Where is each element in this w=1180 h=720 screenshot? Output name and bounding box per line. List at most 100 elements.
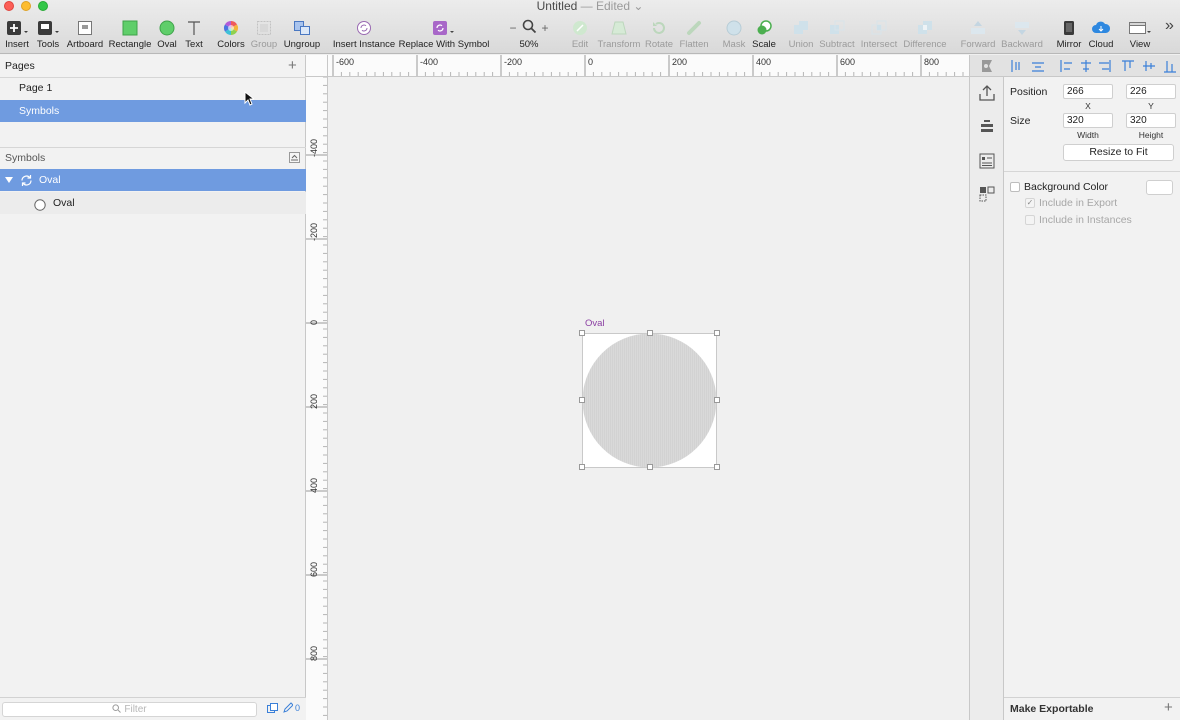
insert-instance-button[interactable]: Insert Instance xyxy=(333,18,395,52)
oval-layer[interactable] xyxy=(582,333,717,468)
align-horizontal-center-icon xyxy=(1081,60,1091,72)
edited-status: — Edited ⌄ xyxy=(580,0,644,13)
filter-input[interactable]: Filter xyxy=(2,702,257,717)
intersect-button[interactable]: Intersect xyxy=(859,18,899,52)
include-in-export-checkbox[interactable]: ✓ xyxy=(1025,198,1035,208)
magnifier-icon[interactable] xyxy=(522,19,537,37)
toolbar-overflow-icon[interactable]: » xyxy=(1165,17,1174,35)
symbol-artboard[interactable] xyxy=(579,330,720,470)
x-position-field[interactable]: 266 xyxy=(1063,84,1113,99)
flatten-label: Flatten xyxy=(679,39,709,50)
layer-stack-icon[interactable] xyxy=(978,118,996,136)
search-icon xyxy=(112,704,122,713)
rotate-icon xyxy=(651,18,667,38)
cloud-button[interactable]: Cloud xyxy=(1087,18,1115,52)
artboard-title[interactable]: Oval xyxy=(585,318,605,329)
intersect-label: Intersect xyxy=(860,39,898,50)
resize-handle[interactable] xyxy=(579,330,585,336)
vertical-ruler[interactable]: -400 -200 0 200 400 600 800 xyxy=(306,77,328,720)
artboard-button[interactable]: Artboard xyxy=(66,18,104,52)
ungroup-button[interactable]: Ungroup xyxy=(283,18,321,52)
resize-handle[interactable] xyxy=(714,330,720,336)
height-label: Height xyxy=(1138,130,1164,140)
transform-button[interactable]: Transform xyxy=(597,18,641,52)
artboard-icon xyxy=(77,18,93,38)
ruler-label: -600 xyxy=(336,57,354,67)
resize-handle[interactable] xyxy=(647,464,653,470)
resize-handle[interactable] xyxy=(579,397,585,403)
symbol-instance-icon xyxy=(356,18,372,38)
view-button[interactable]: View xyxy=(1125,18,1155,52)
add-export-button[interactable]: + xyxy=(1164,699,1173,716)
tab-strip-header xyxy=(970,55,1004,77)
inspector-tab-icon[interactable] xyxy=(979,59,995,73)
collapse-all-icon[interactable] xyxy=(289,152,300,166)
height-field[interactable]: 320 xyxy=(1126,113,1176,128)
edited-layers-icon[interactable] xyxy=(282,702,294,717)
zoom-in-button[interactable]: + xyxy=(542,21,549,35)
resize-to-fit-button[interactable]: Resize to Fit xyxy=(1063,144,1174,161)
mirror-button[interactable]: Mirror xyxy=(1055,18,1083,52)
document-list-icon[interactable] xyxy=(978,152,996,170)
mirror-icon xyxy=(1061,18,1077,38)
include-in-instances-checkbox[interactable] xyxy=(1025,215,1035,225)
width-label: Width xyxy=(1077,130,1099,140)
forward-button[interactable]: Forward xyxy=(960,18,996,52)
artboard-label: Artboard xyxy=(66,39,104,50)
resize-handle[interactable] xyxy=(714,464,720,470)
scale-button[interactable]: Scale xyxy=(751,18,777,52)
ruler-label: 400 xyxy=(756,57,771,67)
canvas[interactable]: Oval xyxy=(329,78,969,720)
resize-handle[interactable] xyxy=(647,330,653,336)
text-label: Text xyxy=(185,39,203,50)
oval-button[interactable]: Oval xyxy=(155,18,179,52)
tools-button[interactable]: Tools xyxy=(35,18,61,52)
background-color-checkbox[interactable] xyxy=(1010,182,1020,192)
page-item-symbols[interactable]: Symbols xyxy=(0,100,306,122)
ruler-label: -400 xyxy=(420,57,438,67)
make-exportable-label[interactable]: Make Exportable xyxy=(1010,703,1093,715)
inspector-panel: Position 266 226 X Y Size 320 320 Width … xyxy=(1004,55,1180,720)
tools-label: Tools xyxy=(36,39,60,50)
resize-handle[interactable] xyxy=(714,397,720,403)
components-icon[interactable] xyxy=(978,185,996,205)
page-item-page-1[interactable]: Page 1 xyxy=(0,77,306,99)
text-button[interactable]: Text xyxy=(183,18,205,52)
resize-handle[interactable] xyxy=(579,464,585,470)
replace-symbol-icon xyxy=(432,18,456,38)
subtract-button[interactable]: Subtract xyxy=(818,18,856,52)
ruler-corner xyxy=(306,55,328,77)
background-color-swatch[interactable] xyxy=(1146,180,1173,195)
y-position-field[interactable]: 226 xyxy=(1126,84,1176,99)
edit-label: Edit xyxy=(571,39,589,50)
zoom-out-button[interactable]: − xyxy=(509,21,516,35)
rotate-button[interactable]: Rotate xyxy=(645,18,673,52)
insert-button[interactable]: Insert xyxy=(4,18,30,52)
backward-button[interactable]: Backward xyxy=(1000,18,1044,52)
mask-button[interactable]: Mask xyxy=(721,18,747,52)
colors-button[interactable]: Colors xyxy=(217,18,245,52)
add-page-button[interactable]: + xyxy=(288,57,297,74)
group-button[interactable]: Group xyxy=(250,18,278,52)
flatten-icon xyxy=(686,18,702,38)
edit-button[interactable]: Edit xyxy=(568,18,592,52)
horizontal-ruler[interactable]: -600 -400 -200 0 200 400 600 800 xyxy=(306,55,969,77)
align-right-icon xyxy=(1099,60,1111,72)
layer-row-symbol-oval[interactable]: Oval xyxy=(0,169,306,191)
ruler-label: 200 xyxy=(672,57,687,67)
rectangle-label: Rectangle xyxy=(108,39,152,50)
plus-box-icon xyxy=(6,18,28,38)
group-label: Group xyxy=(250,39,278,50)
layer-row-oval[interactable]: Oval xyxy=(0,192,306,214)
union-button[interactable]: Union xyxy=(788,18,814,52)
oval-shape-icon xyxy=(34,197,46,219)
flatten-button[interactable]: Flatten xyxy=(677,18,711,52)
width-field[interactable]: 320 xyxy=(1063,113,1113,128)
replace-with-symbol-button[interactable]: Replace With Symbol xyxy=(399,18,489,52)
show-symbols-only-icon[interactable] xyxy=(267,703,278,717)
difference-button[interactable]: Difference xyxy=(903,18,947,52)
text-icon xyxy=(186,18,202,38)
rectangle-button[interactable]: Rectangle xyxy=(108,18,152,52)
zoom-level: 50% xyxy=(519,39,539,50)
export-icon[interactable] xyxy=(978,84,996,102)
